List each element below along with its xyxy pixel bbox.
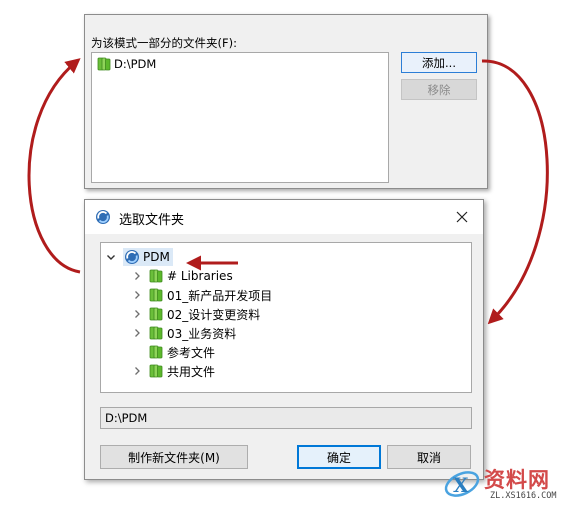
watermark-swirl-icon: X [444, 471, 480, 497]
svg-text:X: X [453, 473, 469, 497]
watermark-logo: X 资料网 ZL.XS1616.COM [440, 462, 574, 506]
left-curved-arrow [27, 58, 81, 274]
watermark-url: ZL.XS1616.COM [490, 491, 557, 501]
annotation-overlay [27, 58, 549, 325]
right-curved-arrow [481, 59, 549, 325]
watermark-text: 资料网 [484, 468, 550, 492]
